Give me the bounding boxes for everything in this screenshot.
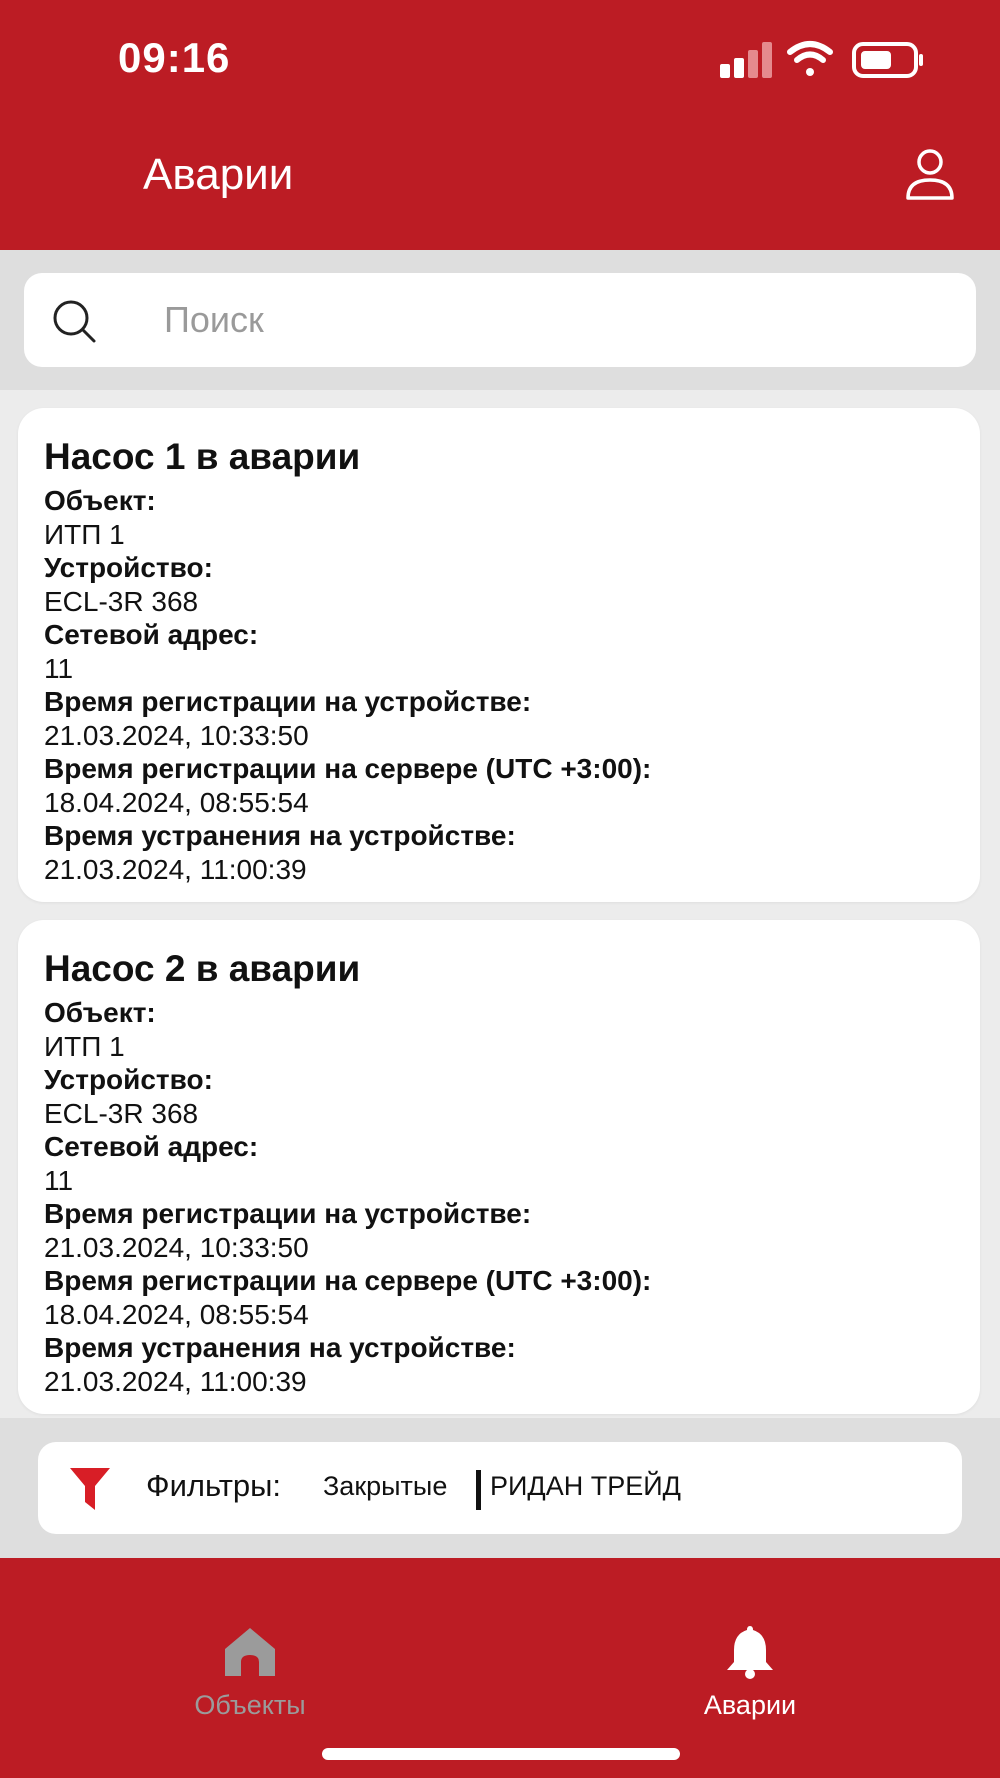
alarm-title: Насос 1 в аварии	[44, 436, 361, 477]
search-box[interactable]	[24, 273, 976, 367]
field-value-network-address: 11	[44, 1164, 74, 1196]
field-label-server-registration-time: Время регистрации на сервере (UTC +3:00)…	[44, 1265, 652, 1296]
tab-alarms[interactable]: Аварии	[600, 1558, 900, 1720]
field-label-network-address: Сетевой адрес:	[44, 1131, 259, 1162]
field-label-device: Устройство:	[44, 552, 213, 583]
home-icon	[225, 1628, 275, 1676]
filters-button[interactable]: Фильтры: Закрытые РИДАН ТРЕЙД	[38, 1442, 962, 1534]
field-value-device: ECL-3R 368	[44, 1097, 199, 1129]
field-label-server-registration-time: Время регистрации на сервере (UTC +3:00)…	[44, 753, 652, 784]
search-bar-area	[0, 250, 1000, 390]
bottom-tab-bar: Объекты Аварии	[0, 1558, 1000, 1778]
filter-chip-organization: РИДАН ТРЕЙД	[490, 1471, 681, 1501]
field-value-object: ИТП 1	[44, 1030, 125, 1062]
filter-separator	[476, 1470, 481, 1510]
bell-icon	[727, 1626, 773, 1679]
filter-funnel-icon	[70, 1468, 110, 1510]
field-label-object: Объект:	[44, 485, 156, 516]
field-value-device-registration-time: 21.03.2024, 10:33:50	[44, 1231, 309, 1263]
tab-objects[interactable]: Объекты	[100, 1558, 400, 1720]
app-header: 09:16 Аварии	[0, 0, 1000, 250]
status-icons	[720, 41, 923, 78]
field-value-server-registration-time: 18.04.2024, 08:55:54	[44, 786, 309, 818]
field-value-network-address: 11	[44, 652, 74, 684]
tab-alarms-label: Аварии	[703, 1690, 797, 1720]
tab-objects-label: Объекты	[194, 1690, 306, 1720]
status-time: 09:16	[118, 34, 231, 81]
field-value-server-registration-time: 18.04.2024, 08:55:54	[44, 1298, 309, 1330]
field-value-resolution-time: 21.03.2024, 11:00:39	[44, 853, 307, 885]
alarm-card[interactable]: Насос 1 в аварии Объект: ИТП 1 Устройств…	[18, 408, 980, 902]
search-icon	[53, 300, 96, 343]
search-input[interactable]	[164, 291, 944, 349]
field-label-device-registration-time: Время регистрации на устройстве:	[44, 686, 532, 717]
wifi-icon	[787, 41, 833, 76]
home-indicator	[322, 1748, 680, 1760]
field-label-resolution-time: Время устранения на устройстве:	[44, 1332, 516, 1363]
field-label-device-registration-time: Время регистрации на устройстве:	[44, 1198, 532, 1229]
page-title: Аварии	[143, 150, 294, 199]
battery-icon	[852, 42, 923, 78]
alarm-list[interactable]: Насос 1 в аварии Объект: ИТП 1 Устройств…	[0, 390, 1000, 1418]
field-value-device-registration-time: 21.03.2024, 10:33:50	[44, 719, 309, 751]
field-value-device: ECL-3R 368	[44, 585, 199, 617]
field-label-device: Устройство:	[44, 1064, 213, 1095]
field-label-network-address: Сетевой адрес:	[44, 619, 259, 650]
filter-bar-area: Фильтры: Закрытые РИДАН ТРЕЙД	[0, 1418, 1000, 1558]
alarm-card[interactable]: Насос 2 в аварии Объект: ИТП 1 Устройств…	[18, 920, 980, 1414]
field-label-resolution-time: Время устранения на устройстве:	[44, 820, 516, 851]
field-value-object: ИТП 1	[44, 518, 125, 550]
profile-icon[interactable]	[900, 146, 960, 206]
filters-label: Фильтры:	[146, 1468, 282, 1503]
field-value-resolution-time: 21.03.2024, 11:00:39	[44, 1365, 307, 1397]
cellular-signal-icon	[720, 42, 772, 78]
field-label-object: Объект:	[44, 997, 156, 1028]
alarm-title: Насос 2 в аварии	[44, 948, 361, 989]
filter-chip-status: Закрытые	[323, 1471, 448, 1501]
